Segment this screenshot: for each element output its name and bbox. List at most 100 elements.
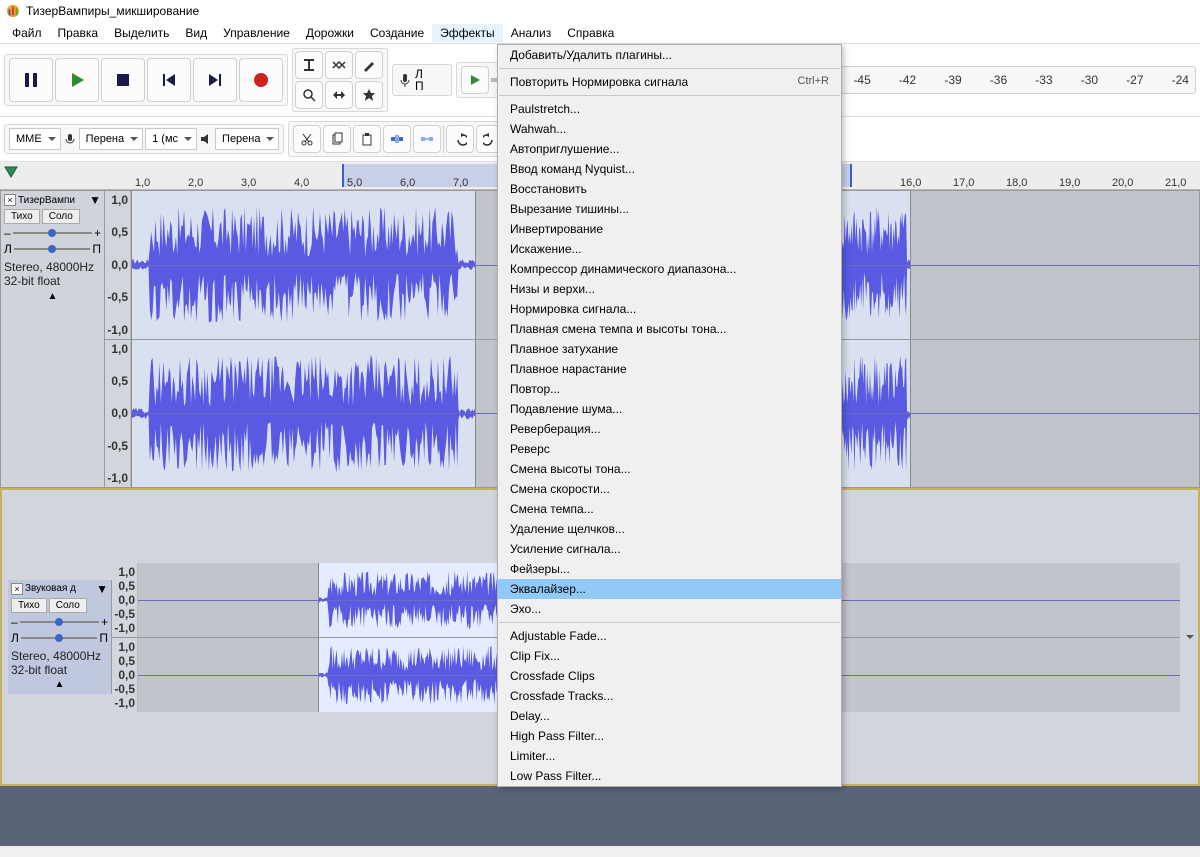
trim-button[interactable]: [383, 125, 411, 153]
effects-item[interactable]: Эхо...: [498, 599, 841, 619]
menu-edit[interactable]: Правка: [50, 24, 107, 42]
multi-tool-button[interactable]: [355, 81, 383, 109]
effects-item[interactable]: Подавление шума...: [498, 399, 841, 419]
effects-item[interactable]: Реверберация...: [498, 419, 841, 439]
track-2-mute-button[interactable]: Тихо: [11, 598, 47, 613]
effects-item[interactable]: Смена высоты тона...: [498, 459, 841, 479]
effects-item[interactable]: Paulstretch...: [498, 99, 841, 119]
effects-item[interactable]: Плавное затухание: [498, 339, 841, 359]
menu-tracks[interactable]: Дорожки: [298, 24, 362, 42]
effects-item[interactable]: Delay...: [498, 706, 841, 726]
effects-item[interactable]: Усиление сигнала...: [498, 539, 841, 559]
play-device-select[interactable]: Перена: [215, 128, 279, 150]
pin-icon[interactable]: [4, 166, 18, 178]
effects-item[interactable]: Восстановить: [498, 179, 841, 199]
timeshift-tool-button[interactable]: [325, 81, 353, 109]
tools-toolbar: [292, 48, 388, 112]
effects-add-remove[interactable]: Добавить/Удалить плагины...: [498, 45, 841, 65]
play-at-speed-button[interactable]: [461, 66, 489, 94]
effects-item[interactable]: Смена темпа...: [498, 499, 841, 519]
effects-item[interactable]: Удаление щелчков...: [498, 519, 841, 539]
effects-item[interactable]: Инвертирование: [498, 219, 841, 239]
effects-item[interactable]: Плавное нарастание: [498, 359, 841, 379]
menu-transport[interactable]: Управление: [215, 24, 298, 42]
edit-toolbar: [288, 121, 509, 157]
menu-file[interactable]: Файл: [4, 24, 50, 42]
menu-select[interactable]: Выделить: [106, 24, 177, 42]
rec-meter-toolbar: ЛП: [392, 64, 452, 96]
effects-item[interactable]: Автоприглушение...: [498, 139, 841, 159]
track-2-rate: Stereo, 48000Hz: [11, 649, 108, 663]
effects-item[interactable]: Искажение...: [498, 239, 841, 259]
track-1-mute-button[interactable]: Тихо: [4, 209, 40, 224]
effects-item[interactable]: Реверс: [498, 439, 841, 459]
effects-item[interactable]: Adjustable Fade...: [498, 626, 841, 646]
effects-item[interactable]: Низы и верхи...: [498, 279, 841, 299]
skip-start-button[interactable]: [147, 58, 191, 102]
effects-item[interactable]: Low Pass Filter...: [498, 766, 841, 786]
effects-item[interactable]: Плавная смена темпа и высоты тона...: [498, 319, 841, 339]
track-1-gain-slider[interactable]: –+: [4, 226, 101, 240]
effects-item[interactable]: Повтор...: [498, 379, 841, 399]
track-1-collapse-button[interactable]: ▲: [4, 289, 101, 304]
effects-item[interactable]: Crossfade Tracks...: [498, 686, 841, 706]
menu-analyze[interactable]: Анализ: [503, 24, 560, 42]
zoom-tool-button[interactable]: [295, 81, 323, 109]
track-1-panel: × ТизерВампи ▼ Тихо Соло –+ ЛП Stereo, 4…: [1, 191, 105, 487]
menu-view[interactable]: Вид: [177, 24, 215, 42]
paste-button[interactable]: [353, 125, 381, 153]
effects-item[interactable]: Clip Fix...: [498, 646, 841, 666]
mic-icon: [63, 132, 77, 146]
envelope-tool-button[interactable]: [325, 51, 353, 79]
draw-tool-button[interactable]: [355, 51, 383, 79]
audio-host-select[interactable]: MME: [9, 128, 61, 150]
rec-channels-select[interactable]: 1 (мс: [145, 128, 197, 150]
track-1-close-button[interactable]: ×: [4, 194, 16, 206]
menu-help[interactable]: Справка: [559, 24, 622, 42]
track-1-solo-button[interactable]: Соло: [42, 209, 80, 224]
effects-item[interactable]: Фейзеры...: [498, 559, 841, 579]
track-2-menu-button[interactable]: ▼: [96, 582, 108, 596]
effects-repeat-last[interactable]: Повторить Нормировка сигнала Ctrl+R: [498, 72, 841, 92]
copy-button[interactable]: [323, 125, 351, 153]
track-2-solo-button[interactable]: Соло: [49, 598, 87, 613]
effects-item[interactable]: Компрессор динамического диапазона...: [498, 259, 841, 279]
track-1-name[interactable]: ТизерВампи: [18, 195, 75, 206]
track-2-name[interactable]: Звуковая д: [25, 583, 76, 594]
effects-item[interactable]: Crossfade Clips: [498, 666, 841, 686]
selection-tool-button[interactable]: [295, 51, 323, 79]
mic-icon: [397, 72, 413, 88]
effects-item[interactable]: Wahwah...: [498, 119, 841, 139]
effects-item[interactable]: High Pass Filter...: [498, 726, 841, 746]
effects-item[interactable]: Вырезание тишины...: [498, 199, 841, 219]
effects-item[interactable]: Ввод команд Nyquist...: [498, 159, 841, 179]
device-toolbar: MME Перена 1 (мс Перена: [4, 124, 284, 154]
track-1-format: 32-bit float: [4, 274, 101, 288]
track-2-close-button[interactable]: ×: [11, 583, 23, 595]
effects-item[interactable]: Limiter...: [498, 746, 841, 766]
skip-end-button[interactable]: [193, 58, 237, 102]
effects-dropdown: Добавить/Удалить плагины... Повторить Но…: [497, 44, 842, 787]
undo-button[interactable]: [446, 125, 474, 153]
effects-item[interactable]: Смена скорости...: [498, 479, 841, 499]
track-1-pan-slider[interactable]: ЛП: [4, 242, 101, 256]
rec-device-select[interactable]: Перена: [79, 128, 143, 150]
stop-button[interactable]: [101, 58, 145, 102]
silence-button[interactable]: [413, 125, 441, 153]
app-logo-icon: [6, 4, 20, 18]
menu-effects[interactable]: Эффекты: [432, 24, 503, 42]
transport-toolbar: [4, 54, 288, 106]
track-2-gain-slider[interactable]: –+: [11, 615, 108, 629]
pause-button[interactable]: [9, 58, 53, 102]
menu-generate[interactable]: Создание: [362, 24, 432, 42]
play-button[interactable]: [55, 58, 99, 102]
record-button[interactable]: [239, 58, 283, 102]
effects-item[interactable]: Эквалайзер...: [498, 579, 841, 599]
cut-button[interactable]: [293, 125, 321, 153]
track-2-pan-slider[interactable]: ЛП: [11, 631, 108, 645]
track-2-collapse-button[interactable]: ▲: [11, 677, 108, 692]
rec-r-label: П: [415, 80, 424, 92]
track-1-menu-button[interactable]: ▼: [89, 193, 101, 207]
effects-item[interactable]: Нормировка сигнала...: [498, 299, 841, 319]
track-1-rate: Stereo, 48000Hz: [4, 260, 101, 274]
